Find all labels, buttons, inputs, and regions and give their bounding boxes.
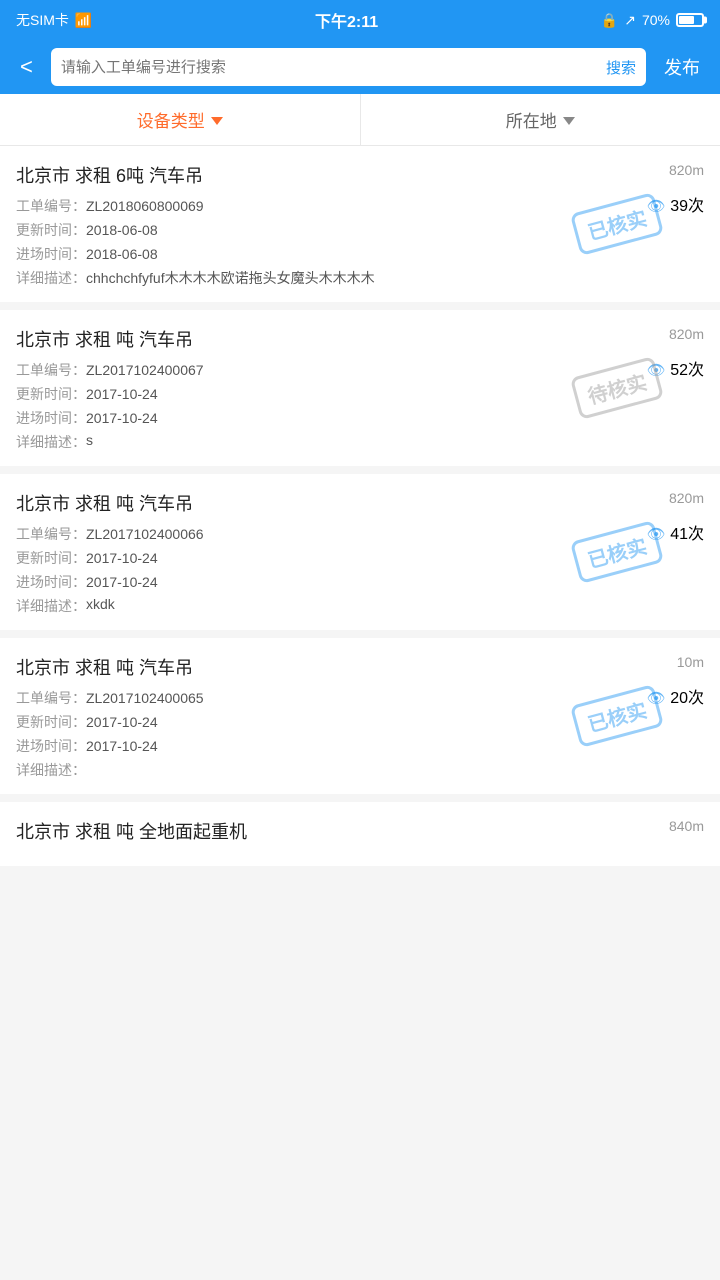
entry-label: 进场时间：	[16, 408, 86, 428]
list-item[interactable]: 北京市 求租 吨 汽车吊 10m 工单编号： ZL2017102400065 👁…	[0, 638, 720, 794]
entry-label: 进场时间：	[16, 572, 86, 592]
detail-value: s	[86, 432, 704, 448]
list-item[interactable]: 北京市 求租 6吨 汽车吊 820m 工单编号： ZL2018060800069…	[0, 146, 720, 302]
views-value: 20次	[670, 690, 704, 707]
update-label: 更新时间：	[16, 220, 86, 240]
views-value: 39次	[670, 198, 704, 215]
list-container: 北京市 求租 6吨 汽车吊 820m 工单编号： ZL2018060800069…	[0, 146, 720, 866]
item-distance: 820m	[669, 326, 704, 342]
update-value: 2017-10-24	[86, 550, 158, 566]
item-title: 北京市 求租 吨 汽车吊	[16, 490, 704, 516]
order-label: 工单编号：	[16, 688, 86, 708]
item-title: 北京市 求租 6吨 汽车吊	[16, 162, 704, 188]
battery-percent: 70%	[642, 12, 670, 28]
detail-value: chhchchfyfuf木木木木欧诺拖头女魔头木木木木	[86, 268, 704, 288]
entry-value: 2018-06-08	[86, 246, 158, 262]
item-title: 北京市 求租 吨 汽车吊	[16, 326, 704, 352]
update-label: 更新时间：	[16, 384, 86, 404]
search-input[interactable]	[61, 59, 598, 76]
entry-value: 2017-10-24	[86, 410, 158, 426]
filter-type[interactable]: 设备类型	[0, 94, 361, 145]
status-left: 无SIM卡 📶	[16, 10, 92, 30]
entry-label: 进场时间：	[16, 244, 86, 264]
detail-label: 详细描述：	[16, 760, 86, 780]
back-button[interactable]: <	[12, 50, 41, 84]
list-item[interactable]: 北京市 求租 吨 全地面起重机 840m	[0, 802, 720, 866]
update-label: 更新时间：	[16, 548, 86, 568]
filter-location[interactable]: 所在地	[361, 94, 720, 145]
item-title: 北京市 求租 吨 汽车吊	[16, 654, 704, 680]
order-value: ZL2017102400065	[86, 690, 204, 706]
filter-bar: 设备类型 所在地	[0, 94, 720, 146]
entry-value: 2017-10-24	[86, 574, 158, 590]
battery-icon	[676, 13, 704, 27]
update-value: 2018-06-08	[86, 222, 158, 238]
order-value: ZL2018060800069	[86, 198, 204, 214]
list-item[interactable]: 北京市 求租 吨 汽车吊 820m 工单编号： ZL2017102400066 …	[0, 474, 720, 630]
views-value: 41次	[670, 526, 704, 543]
item-distance: 840m	[669, 818, 704, 834]
order-value: ZL2017102400067	[86, 362, 204, 378]
search-button[interactable]: 搜索	[606, 57, 636, 78]
filter-type-chevron-icon	[211, 117, 223, 125]
detail-label: 详细描述：	[16, 268, 86, 288]
item-distance: 10m	[677, 654, 704, 670]
update-value: 2017-10-24	[86, 386, 158, 402]
item-distance: 820m	[669, 162, 704, 178]
filter-location-chevron-icon	[563, 117, 575, 125]
status-time: 下午2:11	[315, 8, 378, 32]
wifi-icon: 📶	[75, 12, 92, 29]
lock-icon: 🔒	[601, 12, 618, 29]
publish-button[interactable]: 发布	[656, 50, 708, 84]
order-label: 工单编号：	[16, 360, 86, 380]
nav-bar: < 搜索 发布	[0, 40, 720, 94]
search-bar: 搜索	[51, 48, 646, 86]
detail-value: xkdk	[86, 596, 704, 612]
order-value: ZL2017102400066	[86, 526, 204, 542]
detail-label: 详细描述：	[16, 596, 86, 616]
status-right: 🔒 ↗ 70%	[601, 12, 704, 29]
item-distance: 820m	[669, 490, 704, 506]
update-label: 更新时间：	[16, 712, 86, 732]
signal-text: 无SIM卡	[16, 10, 69, 30]
item-detail-row: 详细描述：	[16, 760, 704, 780]
update-value: 2017-10-24	[86, 714, 158, 730]
item-title: 北京市 求租 吨 全地面起重机	[16, 818, 704, 844]
status-bar: 无SIM卡 📶 下午2:11 🔒 ↗ 70%	[0, 0, 720, 40]
entry-label: 进场时间：	[16, 736, 86, 756]
filter-type-label: 设备类型	[137, 107, 205, 132]
item-detail-row: 详细描述： chhchchfyfuf木木木木欧诺拖头女魔头木木木木	[16, 268, 704, 288]
list-item[interactable]: 北京市 求租 吨 汽车吊 820m 工单编号： ZL2017102400067 …	[0, 310, 720, 466]
detail-label: 详细描述：	[16, 432, 86, 452]
item-detail-row: 详细描述： s	[16, 432, 704, 452]
order-label: 工单编号：	[16, 524, 86, 544]
location-icon: ↗	[624, 12, 636, 29]
item-detail-row: 详细描述： xkdk	[16, 596, 704, 616]
order-label: 工单编号：	[16, 196, 86, 216]
views-value: 52次	[670, 362, 704, 379]
entry-value: 2017-10-24	[86, 738, 158, 754]
filter-location-label: 所在地	[506, 107, 557, 132]
